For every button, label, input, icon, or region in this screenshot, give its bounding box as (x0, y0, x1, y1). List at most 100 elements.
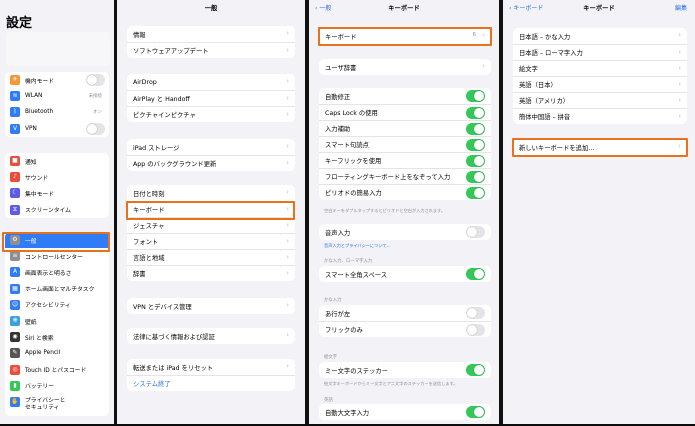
general-row-label: フォント (133, 239, 159, 246)
general-row[interactable]: ピクチャインピクチャ › (127, 106, 295, 122)
sidebar-item-label: Apple Pencil (25, 350, 61, 357)
sidebar-item-label: 集中モード (25, 191, 54, 198)
general-title: 一般 (204, 5, 218, 12)
sidebar-item[interactable]: ♪ サウンド (5, 169, 109, 185)
general-row[interactable]: 転送または iPad をリセット › (127, 359, 295, 375)
sidebar-group-notifications: ■ 通知 ♪ サウンド ☾ 集中モード ⧖ スクリーンタイム (5, 153, 109, 218)
sidebar-item-label: Touch ID とパスコード (25, 368, 87, 375)
general-row[interactable]: iPad ストレージ › (127, 139, 295, 155)
installed-keyboard-label: 英語（日本） (519, 82, 557, 89)
auto-capitalization-label: 自動大文字入力 (325, 409, 370, 417)
shut-down-button[interactable]: システム終了 (127, 375, 295, 391)
installed-keyboard-label: 英語（アメリカ） (519, 98, 570, 105)
chevron-right-icon: › (286, 46, 289, 54)
sidebar-item-label: コントロールセンター (25, 254, 83, 261)
memoji-stickers-toggle[interactable] (466, 364, 485, 376)
installed-keyboard-row[interactable]: 英語（日本） › (513, 76, 687, 92)
sidebar-item[interactable]: ◉ Siri と検索 (5, 329, 109, 345)
keyboards-list-panel: ‹ キーボード キーボード 編集 日本語 – かな入力 › 日本語 – ローマ字入力… (503, 0, 695, 426)
installed-keyboard-row[interactable]: 絵文字 › (513, 60, 687, 76)
general-row[interactable]: App のバックグラウンド更新 › (127, 155, 295, 171)
toggle-row: キーフリックを使用 (319, 152, 491, 168)
edit-button[interactable]: 編集 (675, 3, 687, 12)
memoji-note: 絵文字キーボードからミー文字とアニ文字のステッカーを送信します。 (324, 381, 458, 386)
toggle-switch[interactable] (466, 107, 485, 119)
general-row[interactable]: フォント › (127, 233, 295, 249)
memoji-stickers-row: ミー文字のステッカー (319, 362, 491, 378)
wifi-icon: ≋ (10, 91, 20, 102)
chevron-right-icon: › (286, 362, 289, 370)
general-row-label: AirPlay と Handoff (133, 96, 190, 103)
toggle-switch[interactable] (466, 324, 485, 336)
installed-keyboard-label: 日本語 – かな入力 (519, 33, 571, 41)
sidebar-item[interactable]: ▦ ホーム画面とマルチタスク (5, 281, 109, 297)
dictation-privacy-link[interactable]: 音声入力とプライバシーについて… (324, 243, 391, 249)
general-row[interactable]: 情報 › (127, 26, 295, 42)
general-row-label: App のバックグラウンド更新 (133, 161, 217, 168)
apple-id-profile-card[interactable] (6, 32, 110, 66)
general-row[interactable]: VPN とデバイス管理 › (127, 298, 295, 314)
sidebar-item-value: オン (93, 110, 102, 116)
sidebar-item[interactable]: ⧖ スクリーンタイム (5, 202, 109, 218)
privacy-hand-icon: ✋ (10, 396, 20, 407)
installed-keyboard-row[interactable]: 英語（アメリカ） › (513, 92, 687, 108)
sidebar-item[interactable]: ✋ プライバシーと セキュリティ (5, 394, 109, 416)
toggle-row-label: スマート句読点 (325, 142, 369, 149)
auto-capitalization-toggle[interactable] (466, 406, 485, 418)
screen-time-icon: ⧖ (10, 204, 20, 215)
toggle-row-label: ピリオドの簡易入力 (325, 190, 382, 197)
sidebar-group-system: ⚙ 一般 ≡ コントロールセンター A 画面表示と明るさ ▦ ホーム画面とマルチタスク ☺ アクセ… (5, 232, 109, 416)
sidebar-item-toggle[interactable] (86, 122, 105, 135)
toggle-row-label: キーフリックを使用 (325, 158, 382, 165)
toggle-switch[interactable] (466, 307, 485, 319)
sidebar-item[interactable]: ▮ バッテリー (5, 378, 109, 394)
installed-keyboard-row[interactable]: 日本語 – かな入力 › (513, 28, 687, 44)
installed-keyboard-label: 日本語 – ローマ字入力 (519, 50, 583, 57)
sidebar-item[interactable]: V VPN (5, 121, 109, 137)
toggle-switch[interactable] (466, 123, 485, 135)
general-row[interactable]: AirPlay と Handoff › (127, 90, 295, 106)
sidebar-item[interactable]: ✎ Apple Pencil (5, 345, 109, 361)
sidebar-item[interactable]: ≋ WLAN 未接続 (5, 88, 109, 104)
toggle-switch[interactable] (466, 155, 485, 167)
sidebar-item[interactable]: ■ 通知 (5, 153, 109, 169)
general-row-label: AirDrop (133, 78, 157, 86)
sidebar-item[interactable]: ❋ 壁紙 (5, 313, 109, 329)
general-row[interactable]: 法律に基づく情報および認証 › (127, 328, 295, 344)
sidebar-item[interactable]: ᛒ Bluetooth オン (5, 104, 109, 120)
general-row[interactable]: AirDrop › (127, 74, 295, 90)
english-section-header: 英語 (324, 398, 333, 403)
sidebar-item[interactable]: ☾ 集中モード (5, 185, 109, 201)
installed-keyboard-label: 簡体中国語 – 拼音 (519, 114, 571, 121)
toggle-switch[interactable] (466, 187, 485, 199)
smart-space-group: スマート全角スペース (319, 266, 491, 282)
sidebar-item-label: スクリーンタイム (25, 208, 71, 215)
user-dictionary-row[interactable]: ユーザ辞書 › (319, 59, 491, 75)
toggle-switch[interactable] (466, 90, 485, 102)
sidebar-item[interactable]: ◎ Touch ID とパスコード (5, 362, 109, 378)
chevron-right-icon: › (678, 31, 681, 39)
auto-capitalization-row: 自動大文字入力 (319, 404, 491, 420)
sidebar-item[interactable]: ☺ アクセシビリティ (5, 297, 109, 313)
sidebar-item[interactable]: A 画面表示と明るさ (5, 264, 109, 280)
toggle-switch[interactable] (466, 171, 485, 183)
user-dictionary-label: ユーザ辞書 (325, 64, 357, 72)
keyboards-list-title: キーボード (583, 5, 615, 12)
sidebar-item[interactable]: ✈ 機内モード (5, 72, 109, 88)
dictation-toggle[interactable] (466, 226, 485, 238)
general-row[interactable]: 言語と地域 › (127, 249, 295, 265)
sidebar-item-toggle[interactable] (86, 74, 105, 86)
general-row[interactable]: 辞書 › (127, 265, 295, 281)
toggle-switch[interactable] (466, 139, 485, 151)
toggle-row: ピリオドの簡易入力 (319, 184, 491, 200)
sidebar-item-value: 未接続 (88, 94, 103, 100)
chevron-right-icon: › (286, 221, 289, 229)
smart-space-toggle[interactable] (466, 268, 485, 280)
general-row-label: 情報 (133, 31, 146, 39)
general-row[interactable]: ソフトウェアアップデート › (127, 42, 295, 58)
installed-keyboard-row[interactable]: 簡体中国語 – 拼音 › (513, 108, 687, 124)
general-row[interactable]: 日付と時刻 › (127, 185, 295, 201)
installed-keyboard-row[interactable]: 日本語 – ローマ字入力 › (513, 44, 687, 60)
highlight-add-keyboard (512, 138, 688, 157)
sidebar-group-connectivity: ✈ 機内モード ≋ WLAN 未接続 ᛒ Bluetooth オン V VPN (5, 72, 109, 137)
